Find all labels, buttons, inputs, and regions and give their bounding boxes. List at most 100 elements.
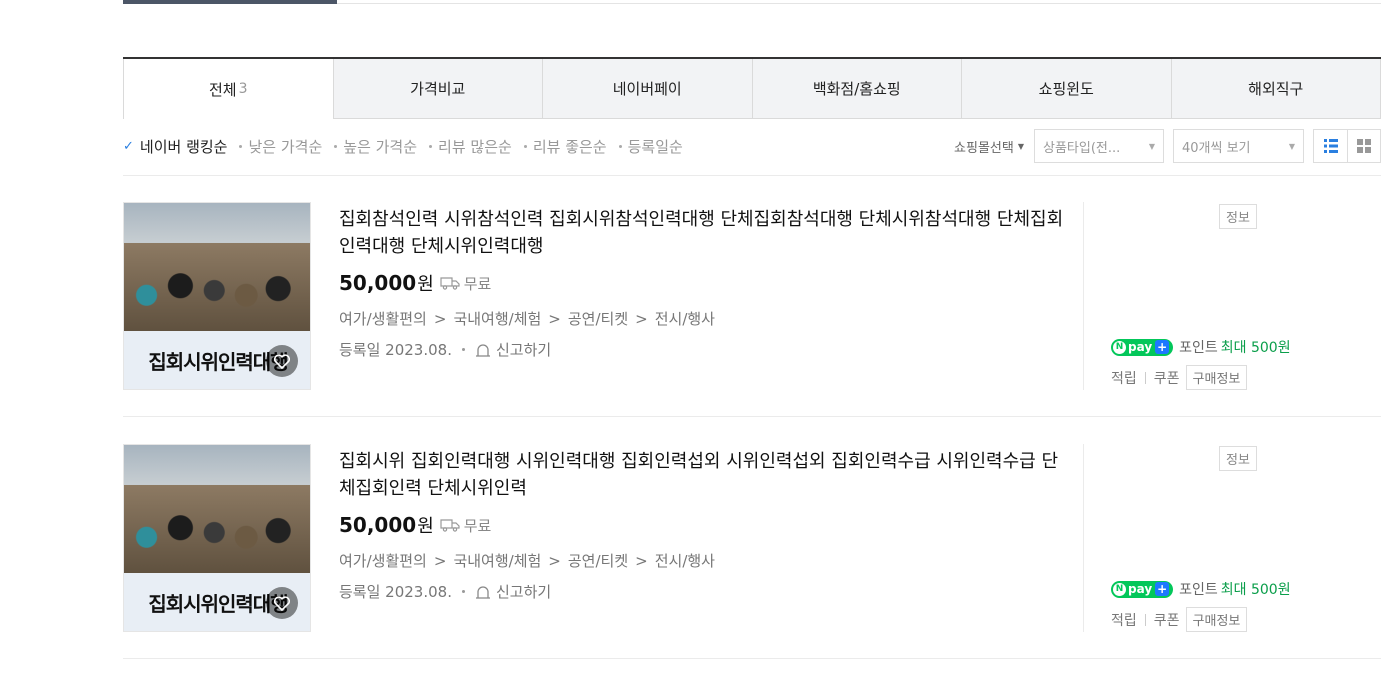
price-currency: 원 (417, 274, 434, 295)
tab-department-store[interactable]: 백화점/홈쇼핑 (751, 59, 961, 119)
tab-label: 쇼핑윈도 (1038, 80, 1094, 98)
info-badge[interactable]: 정보 (1219, 204, 1257, 229)
category-link[interactable]: 공연/티켓 (568, 550, 628, 571)
sort-high-price[interactable]: 높은 가격순 (334, 136, 417, 157)
mall-select-button[interactable]: 쇼핑몰선택 ▼ (954, 137, 1024, 156)
purchase-info-button[interactable]: 구매정보 (1185, 607, 1248, 632)
benefit-row: 적립 쿠폰 구매정보 (1111, 365, 1248, 390)
coupon-label: 쿠폰 (1153, 612, 1180, 629)
tab-overseas[interactable]: 해외직구 (1170, 59, 1381, 119)
sort-controls: 쇼핑몰선택 ▼ 상품타입(전... ▼ 40개씩 보기 ▼ (954, 128, 1381, 164)
category-link[interactable]: 국내여행/체험 (453, 308, 541, 329)
delivery-info: 무료 (440, 515, 492, 536)
filter-tabs: 전체 3 가격비교 네이버페이 백화점/홈쇼핑 쇼핑윈도 해외직구 (123, 57, 1381, 119)
info-badge[interactable]: 정보 (1219, 446, 1257, 471)
point-label: 포인트 (1179, 582, 1218, 598)
product-thumbnail[interactable]: 집회시위인력대행 (123, 444, 311, 632)
category-separator: > (548, 551, 561, 570)
category-path: 여가/생활편의 > 국내여행/체험 > 공연/티켓 > 전시/행사 (339, 308, 1069, 329)
sort-label: 리뷰 좋은순 (532, 137, 607, 156)
report-label: 신고하기 (495, 583, 552, 601)
separator (1144, 613, 1146, 626)
point-value: 최대 500원 (1220, 582, 1291, 598)
product-price: 50,000 (339, 271, 417, 295)
sort-label: 리뷰 많은순 (438, 137, 512, 156)
price-currency: 원 (417, 516, 434, 537)
page-size-value: 40개씩 보기 (1182, 140, 1251, 156)
product-title[interactable]: 집회시위 집회인력대행 시위인력대행 집회인력섭외 시위인력섭외 집회인력수급 … (339, 448, 1069, 502)
bullet-icon (334, 144, 338, 148)
category-path: 여가/생활편의 > 국내여행/체험 > 공연/티켓 > 전시/행사 (339, 550, 1069, 571)
bullet-icon (523, 144, 527, 148)
sort-label: 등록일순 (627, 137, 683, 156)
product-type-select[interactable]: 상품타입(전... ▼ (1034, 129, 1164, 163)
tab-count: 3 (238, 81, 248, 97)
list-view-icon (1323, 139, 1338, 153)
product-side-panel: 정보 Npay + 포인트 최대 500원 적립 쿠폰 구매정보 (1083, 202, 1381, 390)
benefit-row: 적립 쿠폰 구매정보 (1111, 607, 1248, 632)
category-link[interactable]: 여가/생활편의 (339, 550, 427, 571)
tab-shopping-window[interactable]: 쇼핑윈도 (961, 59, 1171, 119)
truck-icon (440, 277, 460, 290)
product-side-panel: 정보 Npay + 포인트 최대 500원 적립 쿠폰 구매정보 (1083, 444, 1381, 632)
coupon-label: 쿠폰 (1153, 370, 1180, 387)
delivery-info: 무료 (440, 273, 491, 294)
siren-icon (475, 585, 490, 599)
page-size-select[interactable]: 40개씩 보기 ▼ (1173, 129, 1304, 163)
product-meta: 등록일 2023.08. 신고하기 (339, 581, 1069, 602)
list-divider (123, 175, 1381, 176)
product-title[interactable]: 집회참석인력 시위참석인력 집회시위참석인력대행 단체집회참석대행 단체시위참석… (339, 206, 1069, 260)
npay-n-icon: N (1113, 340, 1126, 354)
tab-label: 가격비교 (410, 80, 466, 98)
sort-label: 낮은 가격순 (248, 137, 323, 156)
sort-low-price[interactable]: 낮은 가격순 (239, 136, 322, 157)
grid-view-icon (1357, 139, 1371, 153)
category-link[interactable]: 공연/티켓 (568, 308, 628, 329)
heart-icon (274, 595, 290, 611)
category-separator: > (635, 309, 648, 328)
accrue-label: 적립 (1111, 370, 1137, 387)
report-button[interactable]: 신고하기 (475, 581, 551, 602)
product-thumbnail[interactable]: 집회시위인력대행 (123, 202, 311, 390)
delivery-fee: 무료 (463, 516, 492, 535)
tab-label: 백화점/홈쇼핑 (812, 80, 901, 98)
tab-naver-pay[interactable]: 네이버페이 (542, 59, 752, 119)
registered-date: 등록일 2023.08. (339, 583, 452, 601)
tab-label: 네이버페이 (612, 80, 682, 98)
zzim-button[interactable] (266, 345, 298, 377)
tab-label: 전체 (208, 80, 237, 99)
tab-price-compare[interactable]: 가격비교 (332, 59, 542, 119)
report-label: 신고하기 (495, 341, 552, 359)
grid-view-button[interactable] (1347, 130, 1380, 162)
report-button[interactable]: 신고하기 (475, 339, 551, 360)
zzim-button[interactable] (266, 587, 298, 619)
thumbnail-crowd (124, 243, 310, 338)
accrue-label: 적립 (1111, 612, 1137, 629)
product-item: 집회시위인력대행 집회참석인력 시위참석인력 집회시위참석인력대행 단체집회참석… (123, 202, 1381, 392)
product-item: 집회시위인력대행 집회시위 집회인력대행 시위인력대행 집회인력섭외 시위인력섭… (123, 444, 1381, 634)
list-divider (123, 416, 1381, 417)
product-price: 50,000 (339, 513, 417, 537)
bullet-icon (618, 144, 622, 148)
tab-all[interactable]: 전체 3 (123, 59, 333, 119)
category-separator: > (548, 309, 561, 328)
npay-label: pay (1128, 340, 1153, 354)
sort-most-reviews[interactable]: 리뷰 많은순 (429, 136, 512, 157)
list-view-button[interactable] (1314, 130, 1347, 162)
caret-down-icon: ▼ (1288, 141, 1295, 151)
category-link[interactable]: 여가/생활편의 (339, 308, 427, 329)
tab-label: 해외직구 (1248, 80, 1304, 98)
purchase-info-button[interactable]: 구매정보 (1185, 365, 1248, 390)
sort-best-reviews[interactable]: 리뷰 좋은순 (523, 136, 607, 157)
price-row: 50,000 원 무료 (339, 270, 1069, 296)
sort-newest[interactable]: 등록일순 (618, 136, 683, 157)
category-link[interactable]: 전시/행사 (655, 308, 715, 329)
category-link[interactable]: 전시/행사 (655, 550, 715, 571)
sort-naver-ranking[interactable]: ✓ 네이버 랭킹순 (123, 136, 227, 157)
category-separator: > (635, 551, 648, 570)
bullet-icon (429, 144, 433, 148)
product-info: 집회시위 집회인력대행 시위인력대행 집회인력섭외 시위인력섭외 집회인력수급 … (339, 444, 1069, 602)
thumbnail-crowd (124, 485, 310, 580)
sort-bar: ✓ 네이버 랭킹순 낮은 가격순 높은 가격순 리뷰 많은순 리뷰 좋은순 등록… (123, 128, 1381, 164)
category-link[interactable]: 국내여행/체험 (453, 550, 541, 571)
